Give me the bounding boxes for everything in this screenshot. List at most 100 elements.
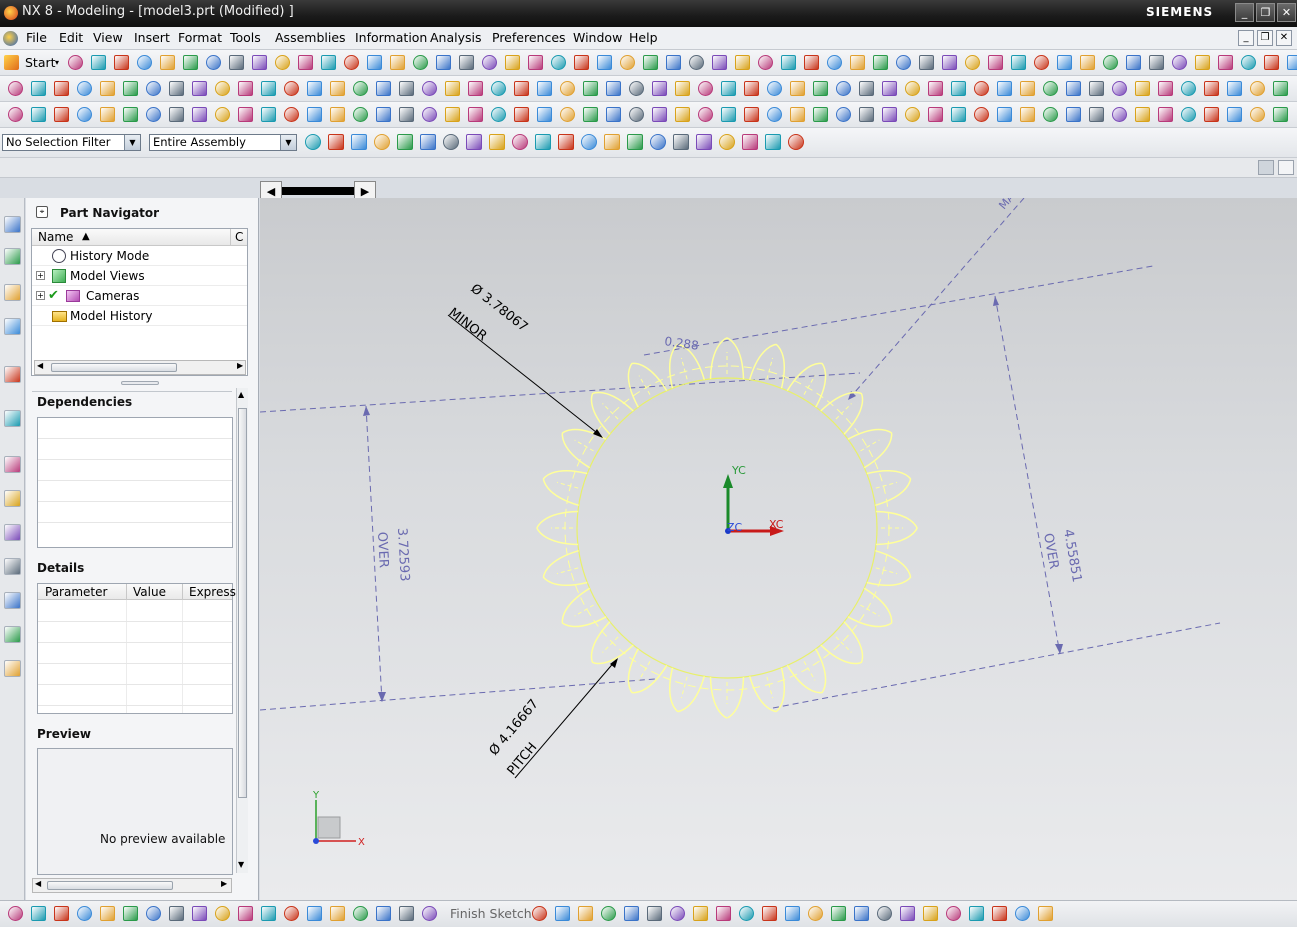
tree-item-history-mode[interactable]: History Mode: [32, 246, 247, 266]
sketch-tool-12-icon[interactable]: [261, 906, 276, 921]
feature-tool-16-icon[interactable]: [353, 81, 368, 96]
standard-tool-35-icon[interactable]: [850, 55, 865, 70]
snap-tool-22-icon[interactable]: [788, 134, 804, 150]
feature-tool-52-icon[interactable]: [1181, 81, 1196, 96]
feature-tool-1-icon[interactable]: [8, 81, 23, 96]
menu-window[interactable]: Window: [573, 30, 622, 45]
sketch-curve-tool-3-icon[interactable]: [578, 906, 593, 921]
menu-insert[interactable]: Insert: [134, 30, 170, 45]
sketch-curve-tool-11-icon[interactable]: [762, 906, 777, 921]
mdi-close-button[interactable]: ✕: [1276, 30, 1292, 46]
sketch-tool-9-icon[interactable]: [192, 906, 207, 921]
snap-tool-20-icon[interactable]: [742, 134, 758, 150]
curve-tool-5-icon[interactable]: [100, 107, 115, 122]
snap-tool-3-icon[interactable]: [351, 134, 367, 150]
curve-tool-46-icon[interactable]: [1043, 107, 1058, 122]
close-button[interactable]: ✕: [1277, 3, 1296, 22]
standard-tool-19-icon[interactable]: [482, 55, 497, 70]
feature-tool-44-icon[interactable]: [997, 81, 1012, 96]
sketch-tool-2-icon[interactable]: [31, 906, 46, 921]
curve-tool-16-icon[interactable]: [353, 107, 368, 122]
curve-tool-55-icon[interactable]: [1250, 107, 1265, 122]
sketch-curve-tool-21-icon[interactable]: [992, 906, 1007, 921]
scroll-left-icon[interactable]: ◀: [35, 879, 41, 888]
sketch-tool-15-icon[interactable]: [330, 906, 345, 921]
curve-tool-41-icon[interactable]: [928, 107, 943, 122]
snap-tool-12-icon[interactable]: [558, 134, 574, 150]
over-left-value[interactable]: 3.72593: [394, 527, 412, 581]
resource-bar-item-13-icon[interactable]: [4, 660, 21, 677]
curve-tool-30-icon[interactable]: [675, 107, 690, 122]
sketch-curve-tool-4-icon[interactable]: [601, 906, 616, 921]
curve-tool-26-icon[interactable]: [583, 107, 598, 122]
feature-tool-36-icon[interactable]: [813, 81, 828, 96]
sketch-curve-tool-20-icon[interactable]: [969, 906, 984, 921]
curve-tool-45-icon[interactable]: [1020, 107, 1035, 122]
sketch-tool-1-icon[interactable]: [8, 906, 23, 921]
curve-tool-8-icon[interactable]: [169, 107, 184, 122]
snap-tool-4-icon[interactable]: [374, 134, 390, 150]
sketch-tool-11-icon[interactable]: [238, 906, 253, 921]
over-left-label[interactable]: OVER: [374, 531, 391, 568]
standard-tool-1-icon[interactable]: [68, 55, 83, 70]
standard-tool-31-icon[interactable]: [758, 55, 773, 70]
standard-tool-39-icon[interactable]: [942, 55, 957, 70]
curve-tool-1-icon[interactable]: [8, 107, 23, 122]
curve-tool-50-icon[interactable]: [1135, 107, 1150, 122]
curve-tool-47-icon[interactable]: [1066, 107, 1081, 122]
curve-tool-24-icon[interactable]: [537, 107, 552, 122]
sketch-tool-5-icon[interactable]: [100, 906, 115, 921]
tree-item-cameras[interactable]: + ✔ Cameras: [32, 286, 247, 306]
layout-icon[interactable]: [1258, 160, 1274, 175]
standard-tool-16-icon[interactable]: [413, 55, 428, 70]
sketch-tool-19-icon[interactable]: [422, 906, 437, 921]
snap-tool-18-icon[interactable]: [696, 134, 712, 150]
curve-tool-29-icon[interactable]: [652, 107, 667, 122]
feature-tool-43-icon[interactable]: [974, 81, 989, 96]
standard-tool-26-icon[interactable]: [643, 55, 658, 70]
curve-tool-20-icon[interactable]: [445, 107, 460, 122]
sketch-tool-6-icon[interactable]: [123, 906, 138, 921]
sketch-tool-16-icon[interactable]: [353, 906, 368, 921]
mdi-minimize-button[interactable]: _: [1238, 30, 1254, 46]
snap-tool-10-icon[interactable]: [512, 134, 528, 150]
standard-tool-29-icon[interactable]: [712, 55, 727, 70]
curve-tool-33-icon[interactable]: [744, 107, 759, 122]
curve-tool-4-icon[interactable]: [77, 107, 92, 122]
feature-tool-37-icon[interactable]: [836, 81, 851, 96]
finish-sketch-button[interactable]: Finish Sketch: [450, 906, 532, 921]
curve-tool-27-icon[interactable]: [606, 107, 621, 122]
standard-tool-36-icon[interactable]: [873, 55, 888, 70]
feature-tool-39-icon[interactable]: [882, 81, 897, 96]
snap-tool-6-icon[interactable]: [420, 134, 436, 150]
sketch-tool-4-icon[interactable]: [77, 906, 92, 921]
column-header-expression[interactable]: Express: [189, 585, 236, 599]
menu-help[interactable]: Help: [629, 30, 658, 45]
feature-tool-19-icon[interactable]: [422, 81, 437, 96]
feature-tool-41-icon[interactable]: [928, 81, 943, 96]
feature-tool-26-icon[interactable]: [583, 81, 598, 96]
feature-tool-48-icon[interactable]: [1089, 81, 1104, 96]
feature-tool-13-icon[interactable]: [284, 81, 299, 96]
menu-file[interactable]: File: [26, 30, 47, 45]
curve-tool-56-icon[interactable]: [1273, 107, 1288, 122]
feature-tool-49-icon[interactable]: [1112, 81, 1127, 96]
feature-tool-27-icon[interactable]: [606, 81, 621, 96]
feature-tool-38-icon[interactable]: [859, 81, 874, 96]
sketch-curve-tool-16-icon[interactable]: [877, 906, 892, 921]
feature-tool-21-icon[interactable]: [468, 81, 483, 96]
curve-tool-34-icon[interactable]: [767, 107, 782, 122]
standard-tool-43-icon[interactable]: [1034, 55, 1049, 70]
feature-tool-29-icon[interactable]: [652, 81, 667, 96]
sketch-tool-17-icon[interactable]: [376, 906, 391, 921]
scroll-right-icon[interactable]: ▶: [221, 879, 227, 888]
sketch-curve-tool-13-icon[interactable]: [808, 906, 823, 921]
feature-tool-15-icon[interactable]: [330, 81, 345, 96]
standard-tool-50-icon[interactable]: [1195, 55, 1210, 70]
standard-tool-37-icon[interactable]: [896, 55, 911, 70]
curve-tool-28-icon[interactable]: [629, 107, 644, 122]
curve-tool-39-icon[interactable]: [882, 107, 897, 122]
feature-tool-4-icon[interactable]: [77, 81, 92, 96]
start-dropdown-arrow-icon[interactable]: ▾: [55, 58, 59, 67]
panel-vertical-scrollbar[interactable]: ▲ ▼: [236, 388, 248, 873]
